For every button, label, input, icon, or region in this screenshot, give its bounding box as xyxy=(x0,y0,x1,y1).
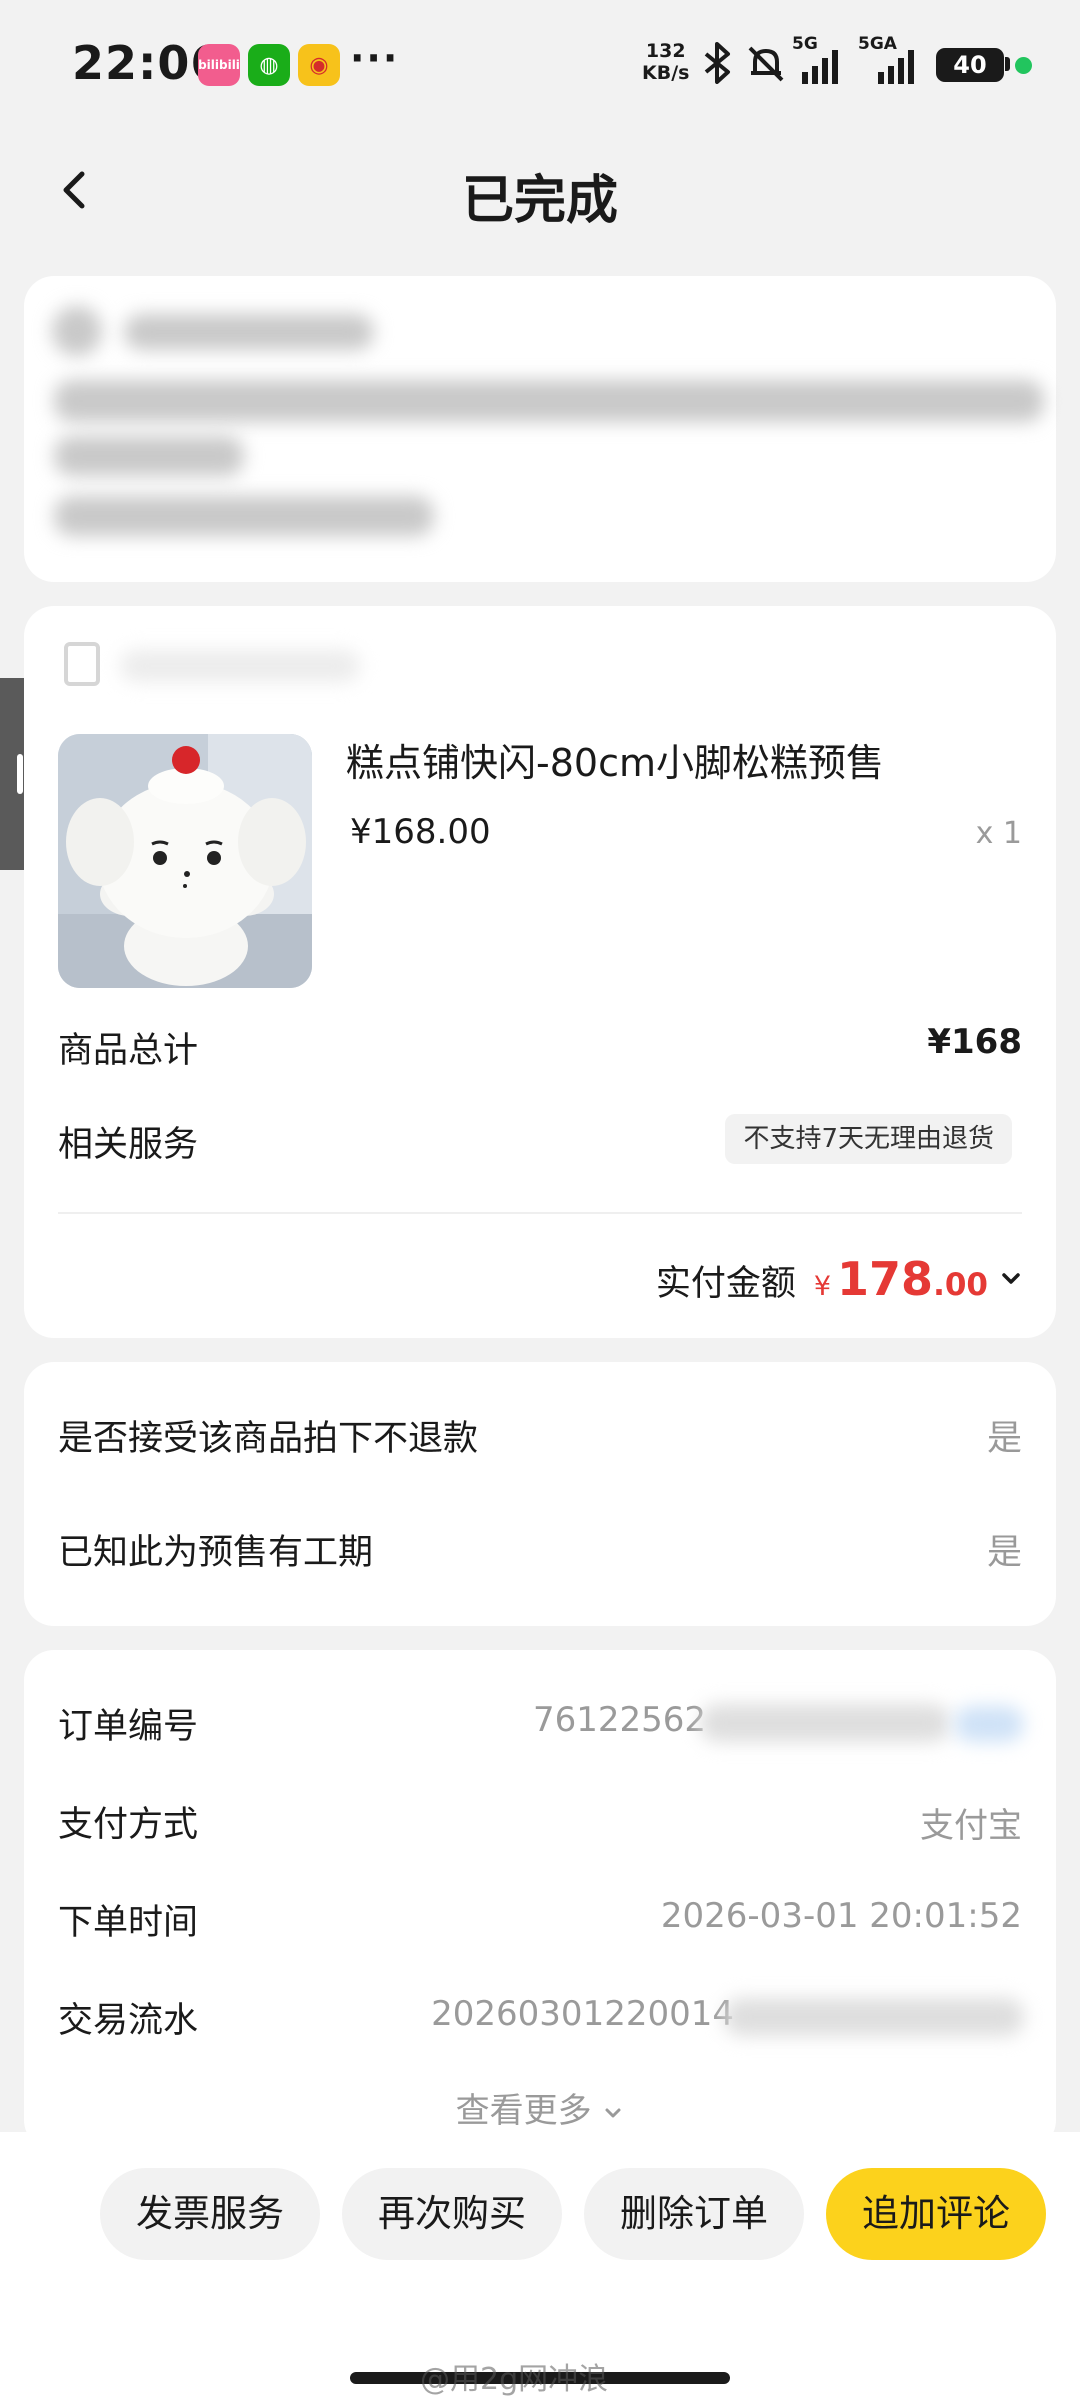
network-speed-value: 132 xyxy=(645,40,686,62)
paid-currency: ¥ xyxy=(813,1271,832,1302)
question-answer: 是 xyxy=(986,1533,1022,1573)
status-bar: 22:06 bilibili ◍ ◉ ··· 132 KB/s 5G 5GA 4… xyxy=(0,0,1080,130)
wechat-icon: ◍ xyxy=(248,44,290,86)
weibo-icon: ◉ xyxy=(298,44,340,86)
page-title: 已完成 xyxy=(461,171,618,231)
signal-strength-icon xyxy=(802,50,838,84)
total-value: ¥168 xyxy=(927,1022,1022,1062)
chevron-down-icon[interactable] xyxy=(1000,1268,1022,1290)
buy-again-button[interactable]: 再次购买 xyxy=(342,2168,562,2260)
paid-integer: 178 xyxy=(837,1252,934,1306)
watermark: @用2g网冲浪 xyxy=(420,2362,609,2397)
address-line2-blurred xyxy=(54,436,244,476)
paid-amount-row[interactable]: 实付金额 ¥ 178 .00 xyxy=(656,1252,1022,1306)
invoice-button[interactable]: 发票服务 xyxy=(100,2168,320,2260)
see-more-label: 查看更多 xyxy=(455,2091,592,2131)
battery-tip xyxy=(1005,57,1010,71)
recipient-name-blurred xyxy=(124,314,374,350)
divider xyxy=(58,1212,1022,1214)
product-unit-price: ¥168.00 xyxy=(350,812,491,852)
bilibili-icon: bilibili xyxy=(198,44,240,86)
product-quantity: x 1 xyxy=(975,816,1022,851)
paid-decimal: .00 xyxy=(933,1267,988,1303)
network-speed-unit: KB/s xyxy=(642,62,690,84)
bilibili-icon-text: bilibili xyxy=(198,58,240,72)
delete-order-button[interactable]: 删除订单 xyxy=(584,2168,804,2260)
bluetooth-icon xyxy=(704,42,730,84)
network-speed: 132 KB/s xyxy=(642,40,689,84)
order-no-label: 订单编号 xyxy=(58,1707,199,1747)
payment-value: 支付宝 xyxy=(920,1806,1022,1846)
order-time-label: 下单时间 xyxy=(58,1903,199,1943)
address-line-blurred xyxy=(54,380,1044,422)
product-card: 糕点铺快闪-80cm小脚松糕预售 ¥168.00 x 1 商品总计 ¥168 相… xyxy=(24,606,1056,1338)
product-plush-image xyxy=(58,734,312,988)
transaction-value: 20260301220014 xyxy=(431,1994,734,2034)
order-no-blurred xyxy=(700,1704,950,1742)
question-answer: 是 xyxy=(986,1419,1022,1459)
order-no-value[interactable]: 76122562 xyxy=(533,1700,706,1740)
address-pin-icon xyxy=(52,306,102,356)
order-time-value: 2026-03-01 20:01:52 xyxy=(660,1896,1022,1936)
see-more-link[interactable]: 查看更多 xyxy=(0,2083,1080,2132)
order-info-card: 订单编号 76122562 支付方式 支付宝 下单时间 2026-03-01 2… xyxy=(24,1650,1056,2150)
copy-button-blurred[interactable] xyxy=(954,1706,1024,1742)
question-label: 是否接受该商品拍下不退款 xyxy=(58,1419,479,1459)
mute-bell-icon xyxy=(748,46,784,82)
product-name[interactable]: 糕点铺快闪-80cm小脚松糕预售 xyxy=(346,732,884,787)
transaction-label: 交易流水 xyxy=(58,2001,199,2041)
battery-icon: 40 xyxy=(936,48,1004,82)
product-image[interactable] xyxy=(58,734,312,988)
battery-level: 40 xyxy=(953,51,987,79)
phone-blurred xyxy=(54,496,434,536)
chevron-down-icon xyxy=(605,2108,621,2117)
total-label: 商品总计 xyxy=(58,1031,199,1071)
payment-label: 支付方式 xyxy=(58,1805,199,1845)
charging-dot-icon xyxy=(1015,57,1032,74)
shop-name-blurred xyxy=(120,650,360,682)
bottom-action-bar: 发票服务 再次购买 删除订单 追加评论 @用2g网冲浪 xyxy=(0,2132,1080,2400)
service-tag: 不支持7天无理由退货 xyxy=(725,1114,1012,1164)
signal-strength-icon-2 xyxy=(878,50,914,84)
paid-label: 实付金额 xyxy=(655,1264,796,1304)
address-card[interactable] xyxy=(24,276,1056,582)
transaction-blurred xyxy=(724,1998,1024,2036)
nav-bar: 已完成 xyxy=(0,140,1080,240)
more-notifications-icon: ··· xyxy=(350,36,400,80)
shop-icon xyxy=(64,642,100,686)
service-label: 相关服务 xyxy=(58,1125,199,1165)
question-label: 已知此为预售有工期 xyxy=(58,1533,374,1573)
add-review-button[interactable]: 追加评论 xyxy=(826,2168,1046,2260)
questions-card: 是否接受该商品拍下不退款 是 已知此为预售有工期 是 xyxy=(24,1362,1056,1626)
